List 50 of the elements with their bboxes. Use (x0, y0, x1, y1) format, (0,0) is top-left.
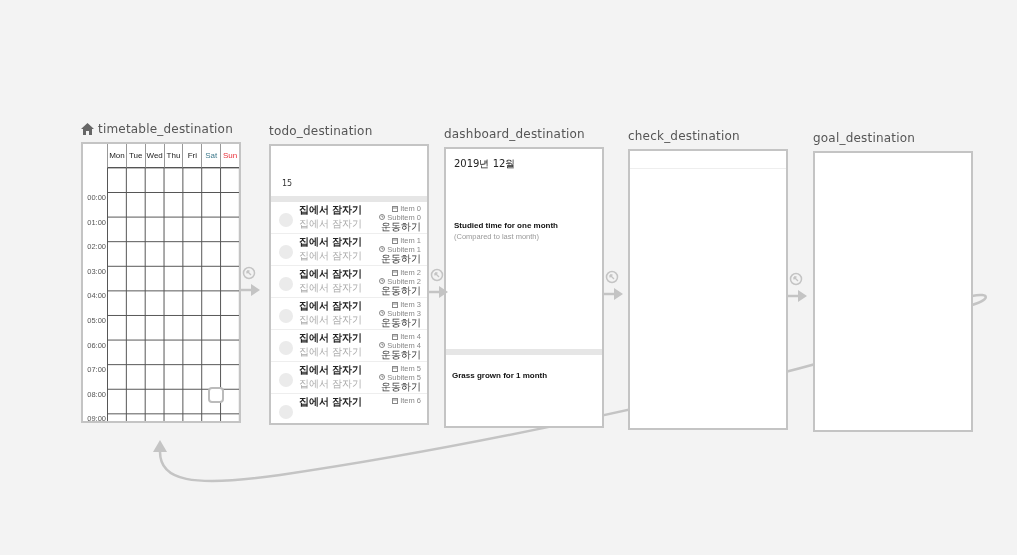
destination-label: dashboard_destination (444, 127, 585, 141)
todo-tag: 운동하기 (381, 286, 421, 296)
calendar-icon (392, 301, 399, 308)
todo-subtitle: 집에서 잠자기 (299, 283, 364, 293)
day-header: Mon (107, 144, 126, 168)
calendar-icon (392, 333, 399, 340)
destination-label: check_destination (628, 129, 740, 143)
square-icon (207, 386, 225, 404)
todo-title: 집에서 잠자기 (299, 205, 364, 215)
destination-label: goal_destination (813, 131, 916, 145)
todo-subtitle: 집에서 잠자기 (299, 379, 364, 389)
clock-icon (379, 310, 386, 317)
day-header: Tue (125, 144, 145, 168)
section-title: Grass grown for 1 month (452, 371, 548, 380)
todo-tag: 운동하기 (381, 382, 421, 392)
day-header: Sat (201, 144, 221, 168)
todo-tag: 운동하기 (381, 318, 421, 328)
todo-subtitle: 집에서 잠자기 (299, 219, 364, 229)
day-header: Fri (182, 144, 202, 168)
date-text: 15 (282, 179, 293, 188)
destination-label: todo_destination (269, 124, 373, 138)
calendar-icon (392, 269, 399, 276)
clock-icon (379, 246, 386, 253)
clock-icon (379, 374, 386, 381)
todo-tag: 운동하기 (381, 222, 421, 232)
todo-title: 집에서 잠자기 (299, 237, 364, 247)
todo-title: 집에서 잠자기 (299, 269, 364, 279)
destination-label: timetable_destination (98, 122, 233, 136)
todo-subtitle: 집에서 잠자기 (299, 347, 364, 357)
todo-tag: 운동하기 (381, 254, 421, 264)
day-header: Sun (220, 144, 239, 168)
todo-title: 집에서 잠자기 (299, 301, 364, 311)
clock-icon (379, 278, 386, 285)
todo-tag: 운동하기 (381, 350, 421, 360)
calendar-icon (392, 237, 399, 244)
month-title: 2019년 12월 (454, 157, 517, 171)
todo-subtitle: 집에서 잠자기 (299, 251, 364, 261)
todo-title: 집에서 잠자기 (299, 365, 364, 375)
todo-title: 집에서 잠자기 (299, 333, 364, 343)
calendar-icon (392, 205, 399, 212)
day-header: Thu (163, 144, 183, 168)
section-title: Studied time for one month (454, 221, 558, 230)
calendar-icon (392, 397, 399, 404)
todo-title: 집에서 잠자기 (299, 397, 364, 407)
calendar-icon (392, 365, 399, 372)
clock-icon (379, 342, 386, 349)
todo-subtitle: 집에서 잠자기 (299, 315, 364, 325)
action-arrow (787, 290, 807, 302)
clock-icon (379, 214, 386, 221)
day-header: Wed (144, 144, 164, 168)
